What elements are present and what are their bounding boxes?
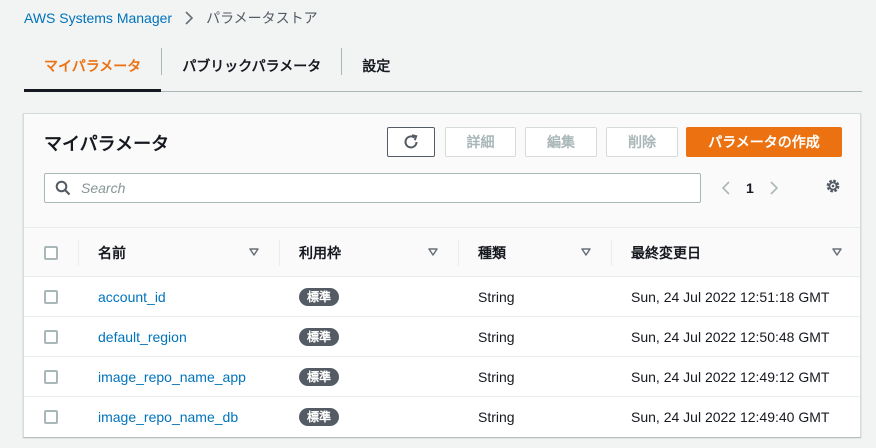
edit-button[interactable]: 編集 xyxy=(525,127,597,157)
gear-icon[interactable] xyxy=(821,174,845,198)
table-row[interactable]: default_region 標準 String Sun, 24 Jul 202… xyxy=(24,317,860,357)
column-header-tier[interactable]: 利用枠 xyxy=(299,228,341,277)
sort-icon[interactable] xyxy=(581,247,591,257)
breadcrumb-current: パラメータストア xyxy=(206,10,318,26)
tier-badge: 標準 xyxy=(299,288,340,306)
row-checkbox[interactable] xyxy=(44,410,58,424)
refresh-button[interactable] xyxy=(387,127,435,157)
tier-badge: 標準 xyxy=(299,328,340,346)
pagination: 1 xyxy=(714,173,786,203)
tier-badge: 標準 xyxy=(299,368,340,386)
last-modified-cell: Sun, 24 Jul 2022 12:49:12 GMT xyxy=(631,369,830,385)
tab-bar: マイパラメータ パブリックパラメータ 設定 xyxy=(24,40,862,92)
tab-label: 設定 xyxy=(362,57,391,74)
last-modified-cell: Sun, 24 Jul 2022 12:49:40 GMT xyxy=(631,409,830,425)
type-cell: String xyxy=(478,329,515,345)
parameter-name-cell: account_id xyxy=(98,277,166,317)
sort-icon[interactable] xyxy=(832,247,842,257)
parameter-name-link[interactable]: default_region xyxy=(98,329,187,345)
table-row[interactable]: image_repo_name_db 標準 String Sun, 24 Jul… xyxy=(24,397,860,437)
column-divider xyxy=(78,240,79,266)
parameters-panel: マイパラメータ 詳細 編集 削除 パラメータの作成 Search 1 名前 利用… xyxy=(23,113,861,437)
select-all-checkbox[interactable] xyxy=(44,245,58,260)
sort-icon[interactable] xyxy=(428,247,438,257)
column-divider xyxy=(458,240,459,266)
refresh-icon xyxy=(402,133,420,151)
delete-button[interactable]: 削除 xyxy=(606,127,678,157)
create-parameter-button[interactable]: パラメータの作成 xyxy=(686,127,842,157)
tier-cell: 標準 xyxy=(299,357,340,397)
tab-my-parameters[interactable]: マイパラメータ xyxy=(24,40,162,92)
column-divider xyxy=(279,240,280,266)
parameter-name-cell: image_repo_name_app xyxy=(98,357,246,397)
panel-title: マイパラメータ xyxy=(44,134,170,154)
last-modified-cell: Sun, 24 Jul 2022 12:51:18 GMT xyxy=(631,289,830,305)
parameter-name-link[interactable]: image_repo_name_db xyxy=(98,409,238,425)
row-checkbox[interactable] xyxy=(44,370,58,384)
row-checkbox-cell xyxy=(44,277,58,317)
table-header: 名前 利用枠 種類 最終変更日 xyxy=(24,228,860,277)
chevron-right-icon[interactable] xyxy=(762,176,786,200)
search-icon xyxy=(55,180,71,196)
row-checkbox-cell xyxy=(44,357,58,397)
row-checkbox[interactable] xyxy=(44,290,58,304)
column-header-last-modified[interactable]: 最終変更日 xyxy=(631,228,701,277)
search-box xyxy=(44,173,701,203)
tab-label: マイパラメータ xyxy=(44,57,142,74)
row-checkbox-cell xyxy=(44,397,58,437)
type-cell: String xyxy=(478,289,515,305)
chevron-right-icon xyxy=(184,11,194,25)
chevron-left-icon[interactable] xyxy=(714,176,738,200)
tier-cell: 標準 xyxy=(299,397,340,437)
row-checkbox-cell xyxy=(44,317,58,357)
search-input[interactable] xyxy=(81,180,700,196)
breadcrumb-systems-manager-link[interactable]: AWS Systems Manager xyxy=(24,10,172,26)
parameter-name-link[interactable]: image_repo_name_app xyxy=(98,369,246,385)
breadcrumb: AWS Systems Manager パラメータストア xyxy=(24,9,318,27)
panel-header: マイパラメータ 詳細 編集 削除 パラメータの作成 Search 1 xyxy=(24,114,860,228)
detail-button[interactable]: 詳細 xyxy=(445,127,516,157)
pagination-page-number[interactable]: 1 xyxy=(746,180,754,196)
type-cell: String xyxy=(478,409,515,425)
sort-icon[interactable] xyxy=(249,247,259,257)
column-header-type[interactable]: 種類 xyxy=(478,228,506,277)
tab-public-parameters[interactable]: パブリックパラメータ xyxy=(162,40,341,91)
type-cell: String xyxy=(478,369,515,385)
tier-badge: 標準 xyxy=(299,408,340,426)
table-row[interactable]: image_repo_name_app 標準 String Sun, 24 Ju… xyxy=(24,357,860,397)
last-modified-cell: Sun, 24 Jul 2022 12:50:48 GMT xyxy=(631,329,830,345)
parameter-name-cell: default_region xyxy=(98,317,187,357)
table-row[interactable]: account_id 標準 String Sun, 24 Jul 2022 12… xyxy=(24,277,860,317)
parameters-table: 名前 利用枠 種類 最終変更日 account_id 標準 String Sun… xyxy=(24,228,860,437)
parameter-name-link[interactable]: account_id xyxy=(98,289,166,305)
column-header-name[interactable]: 名前 xyxy=(98,228,126,277)
tier-cell: 標準 xyxy=(299,277,340,317)
parameter-name-cell: image_repo_name_db xyxy=(98,397,238,437)
column-divider xyxy=(611,240,612,266)
tab-settings[interactable]: 設定 xyxy=(342,40,410,91)
select-all-cell xyxy=(44,228,58,277)
tab-label: パブリックパラメータ xyxy=(182,57,322,74)
row-checkbox[interactable] xyxy=(44,330,58,344)
tier-cell: 標準 xyxy=(299,317,340,357)
